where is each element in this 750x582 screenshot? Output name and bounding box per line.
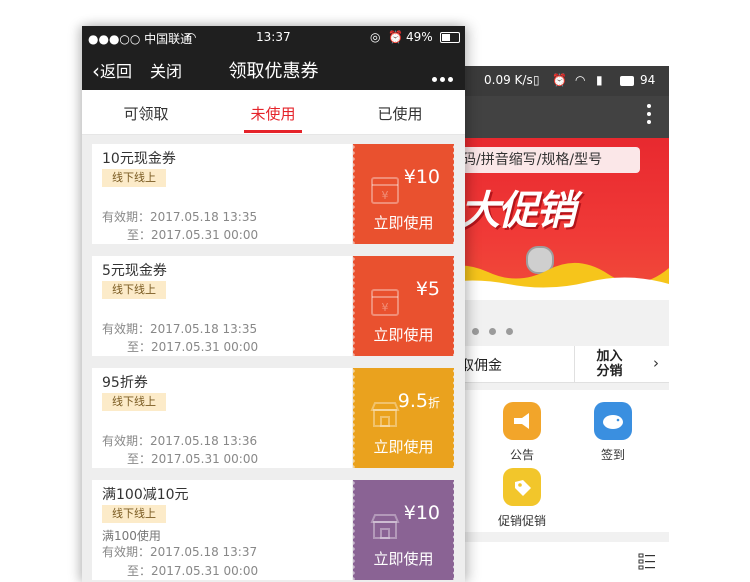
status-bar: ●●●○○ 中国联通 ◠ 13:37 ◎ ⏰ 49% (82, 26, 465, 48)
tab-available[interactable]: 可领取 (86, 103, 206, 124)
megaphone-icon (503, 402, 541, 440)
value-amount: 9.5 (397, 390, 428, 412)
svg-text:¥: ¥ (382, 301, 389, 314)
coupon-name: 95折券 (102, 375, 148, 391)
overflow-menu-icon[interactable] (647, 104, 651, 128)
commission-label: 取佣金 (460, 358, 502, 374)
store-icon (370, 402, 400, 427)
tab-unused[interactable]: 未使用 (213, 103, 333, 124)
use-now-button[interactable]: 立即使用 (353, 436, 454, 457)
valid-to: 至：2017.05.31 00:00 (127, 564, 259, 578)
valid-from: 有效期：2017.05.18 13:36 (102, 434, 258, 448)
cash-coupon-icon: ¥ (371, 289, 399, 316)
value-suffix: 折 (427, 396, 440, 410)
currency-symbol: ¥ (415, 278, 428, 300)
coupon-value: 9.5折 (398, 390, 440, 412)
join-distribution-button[interactable]: 加入 分销 (574, 346, 644, 382)
wifi-icon: ◠ (186, 30, 197, 44)
coupon-stub[interactable]: ¥ ¥5 立即使用 (353, 256, 455, 356)
valid-to: 至：2017.05.31 00:00 (127, 340, 259, 354)
coupon-stub[interactable]: ¥10 立即使用 (353, 480, 455, 580)
value-amount: 5 (427, 278, 440, 300)
valid-from: 有效期：2017.05.18 13:35 (102, 210, 258, 224)
coupon-info: 95折券 线下线上 有效期：2017.05.18 13:36 至：2017.05… (92, 368, 352, 468)
piggy-bank-icon (594, 402, 632, 440)
chevron-right-icon: › (653, 354, 659, 372)
clock: 13:37 (256, 30, 291, 44)
network-speed: 0.09 K/s (484, 73, 533, 87)
valid-to: 至：2017.05.31 00:00 (127, 228, 259, 242)
grid-item-label: 促销促销 (497, 514, 546, 528)
coupon-phone-screen: ●●●○○ 中国联通 ◠ 13:37 ◎ ⏰ 49% ‹返回 关闭 领取优惠券 … (82, 26, 465, 582)
channel-badge: 线下线上 (102, 505, 166, 523)
coupon-value: ¥10 (404, 166, 440, 188)
valid-from: 有效期：2017.05.18 13:37 (102, 545, 258, 559)
coupon-value: ¥10 (404, 502, 440, 524)
tab-used[interactable]: 已使用 (340, 103, 460, 124)
use-now-button[interactable]: 立即使用 (353, 212, 454, 233)
currency-symbol: ¥ (403, 502, 416, 524)
alarm-icon: ⏰ (388, 30, 403, 44)
carrier-signal: ●●●○○ 中国联通 (88, 32, 193, 46)
vibrate-icon: ▯ (533, 73, 540, 87)
coupon-card[interactable]: 满100减10元 线下线上 满100使用 有效期：2017.05.18 13:3… (92, 480, 455, 580)
battery-icon (440, 32, 460, 43)
battery-icon (620, 76, 634, 86)
nav-bar: ‹返回 关闭 领取优惠券 (82, 48, 465, 90)
grid-item-promotion[interactable]: 促销促销 (492, 468, 552, 529)
channel-badge: 线下线上 (102, 169, 166, 187)
alarm-icon: ⏰ (552, 73, 567, 87)
channel-badge: 线下线上 (102, 393, 166, 411)
coupon-stub[interactable]: 9.5折 立即使用 (353, 368, 455, 468)
valid-from: 有效期：2017.05.18 13:35 (102, 322, 258, 336)
store-icon (370, 514, 400, 539)
wifi-icon: ◠ (575, 73, 586, 87)
coupon-info: 5元现金券 线下线上 有效期：2017.05.18 13:35 至：2017.0… (92, 256, 352, 356)
coupon-tabs: 可领取 未使用 已使用 (82, 90, 465, 135)
value-amount: 10 (415, 502, 440, 524)
grid-item-label: 签到 (600, 448, 625, 462)
use-now-button[interactable]: 立即使用 (353, 324, 454, 345)
page-title: 领取优惠券 (228, 61, 319, 82)
coupon-info: 满100减10元 线下线上 满100使用 有效期：2017.05.18 13:3… (92, 480, 352, 580)
use-now-button[interactable]: 立即使用 (353, 548, 454, 569)
value-amount: 10 (415, 166, 440, 188)
join-label-line1: 加入 (596, 349, 623, 364)
grid-item-label: 公告 (509, 448, 534, 462)
active-tab-indicator (244, 130, 302, 133)
coupon-name: 5元现金券 (102, 263, 167, 279)
coupon-card[interactable]: 95折券 线下线上 有效期：2017.05.18 13:36 至：2017.05… (92, 368, 455, 468)
currency-symbol: ¥ (403, 166, 416, 188)
coupon-info: 10元现金券 线下线上 有效期：2017.05.18 13:35 至：2017.… (92, 144, 352, 244)
tag-icon (503, 468, 541, 506)
rotation-lock-icon: ◎ (370, 30, 381, 44)
list-icon[interactable] (638, 552, 656, 570)
battery-level: 49% (406, 30, 433, 44)
channel-badge: 线下线上 (102, 281, 166, 299)
carousel-dots (472, 320, 523, 339)
grid-item-checkin[interactable]: 签到 (583, 402, 643, 463)
coupon-card[interactable]: 10元现金券 线下线上 有效期：2017.05.18 13:35 至：2017.… (92, 144, 455, 244)
coupon-name: 10元现金券 (102, 151, 176, 167)
valid-to: 至：2017.05.31 00:00 (127, 452, 259, 466)
grid-item-announcement[interactable]: 公告 (492, 402, 552, 463)
svg-text:¥: ¥ (382, 189, 389, 202)
coupon-stub[interactable]: ¥ ¥10 立即使用 (353, 144, 455, 244)
coupon-name: 满100减10元 (102, 487, 189, 503)
join-label-line2: 分销 (596, 364, 623, 379)
usage-condition: 满100使用 (102, 529, 161, 543)
cash-coupon-icon: ¥ (371, 177, 399, 204)
more-icon[interactable] (429, 67, 453, 86)
coupon-card[interactable]: 5元现金券 线下线上 有效期：2017.05.18 13:35 至：2017.0… (92, 256, 455, 356)
signal-icon: ▮ (596, 73, 603, 87)
coupon-value: ¥5 (416, 278, 440, 300)
battery-level: 94 (640, 73, 656, 87)
promo-text: 大促销 (460, 188, 576, 234)
